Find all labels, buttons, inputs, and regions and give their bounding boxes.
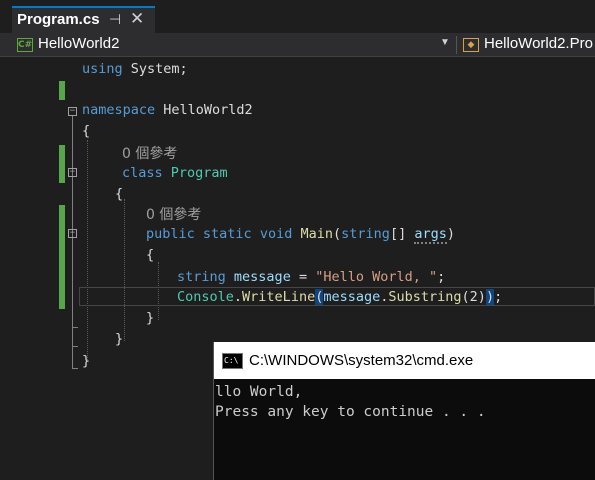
- code-brace: {: [82, 123, 91, 139]
- navigation-bar: C# HelloWorld2 ▼ ◆ HelloWorld2.Pro: [0, 33, 595, 57]
- close-icon[interactable]: ✕: [130, 9, 144, 29]
- tab-program-cs[interactable]: Program.cs ⊣ ✕: [12, 6, 155, 33]
- code-line-main: public static void Main(string[] args): [146, 226, 455, 244]
- change-marker: [59, 81, 65, 100]
- collapse-namespace-icon[interactable]: −: [68, 107, 77, 116]
- collapse-method-icon[interactable]: −: [68, 229, 77, 238]
- pin-icon[interactable]: ⊣: [109, 11, 121, 28]
- change-marker: [59, 145, 65, 183]
- class-icon: ◆: [463, 38, 479, 52]
- indent-guide: [87, 140, 88, 360]
- code-line-class: class Program: [122, 165, 228, 181]
- project-dropdown[interactable]: C# HelloWorld2 ▼: [12, 33, 455, 57]
- code-line-string-decl: string message = "Hello World, ";: [177, 269, 446, 285]
- tab-bar: Program.cs ⊣ ✕: [0, 0, 595, 33]
- code-brace: }: [82, 353, 91, 369]
- outline-end: [72, 346, 78, 347]
- console-line: llo World,: [215, 384, 303, 400]
- tab-label: Program.cs: [17, 11, 100, 28]
- outline-end: [72, 368, 78, 369]
- code-brace: {: [115, 186, 124, 202]
- indent-guide: [124, 199, 125, 341]
- console-line: Press any key to continue . . .: [215, 404, 486, 420]
- code-brace: }: [146, 310, 155, 326]
- console-window[interactable]: C:\ C:\WINDOWS\system32\cmd.exe llo Worl…: [213, 342, 595, 480]
- code-line-using: using System;: [82, 61, 188, 77]
- console-title: C:\WINDOWS\system32\cmd.exe: [249, 352, 474, 369]
- code-brace: }: [115, 331, 124, 347]
- collapse-class-icon[interactable]: −: [68, 168, 77, 177]
- class-path: HelloWorld2.Pro: [484, 35, 593, 52]
- class-dropdown[interactable]: ◆ HelloWorld2.Pro: [462, 33, 595, 57]
- chevron-down-icon[interactable]: ▼: [440, 37, 450, 48]
- cmd-icon: C:\: [222, 353, 243, 369]
- nav-divider: [456, 36, 457, 54]
- console-titlebar[interactable]: C:\ C:\WINDOWS\system32\cmd.exe: [214, 342, 595, 379]
- code-lens-references[interactable]: 0 個參考: [146, 204, 201, 224]
- code-brace: {: [146, 247, 155, 263]
- console-output: llo World, Press any key to continue . . …: [215, 382, 486, 422]
- csharp-project-icon: C#: [17, 38, 33, 52]
- code-lens-references[interactable]: 0 個參考: [122, 143, 177, 163]
- outline-line: [72, 116, 73, 368]
- project-name: HelloWorld2: [38, 35, 120, 52]
- change-marker: [59, 205, 65, 309]
- code-line-namespace: namespace HelloWorld2: [82, 102, 253, 118]
- outline-end: [72, 327, 78, 328]
- code-line-writeline: Console.WriteLine(message.Substring(2));: [177, 289, 503, 305]
